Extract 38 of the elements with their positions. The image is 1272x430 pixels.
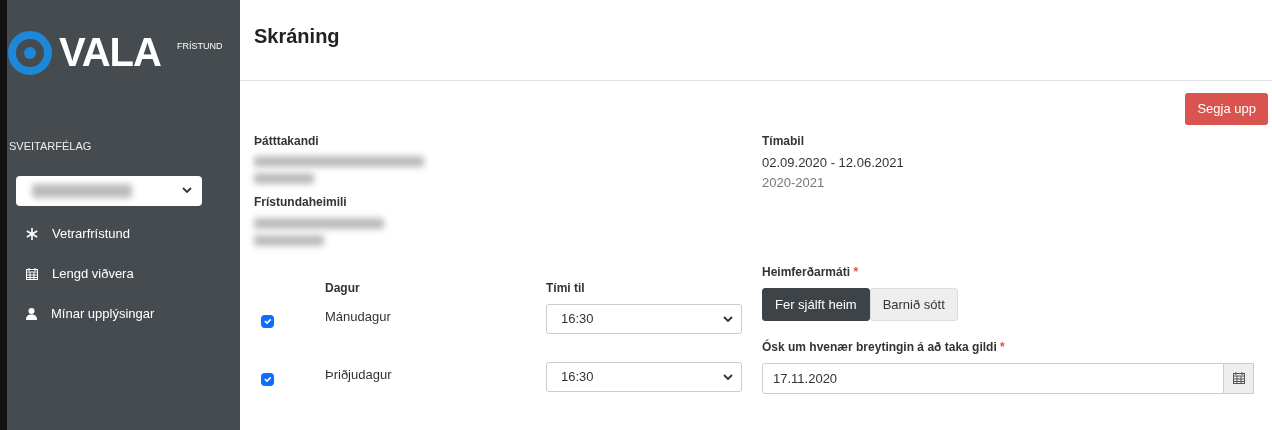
day-name: Þriðjudagur [325,366,392,384]
section-label: SVEITARFÉLAG [9,139,92,154]
field-label: Tímabil [762,132,804,150]
toggle-button[interactable]: Fer sjálft heim [762,287,870,321]
logo-tagline: FRÍSTUND [176,40,223,53]
column-header: Tími til [546,279,585,297]
date-input[interactable]: 17.11.2020 [762,362,1224,394]
logo-text: VALA [59,32,161,72]
user-icon [26,307,37,320]
calendar-icon [26,267,38,280]
day-checkbox[interactable] [261,373,274,386]
day-checkbox[interactable] [261,315,274,328]
time-select[interactable]: 16:30 [546,304,742,334]
period-dates: 02.09.2020 - 12.06.2021 [762,154,904,172]
calendar-button[interactable] [1224,362,1254,394]
time-select[interactable]: 16:30 [546,362,742,392]
field-label: Þátttakandi [254,132,319,150]
column-header: Dagur [325,279,360,297]
caret-icon [182,187,192,194]
toggle-button[interactable]: Barnið sótt [869,287,958,321]
blurred-text [254,234,324,246]
cancel-button[interactable]: Segja upp [1185,93,1268,125]
nav-link[interactable]: Mínar upplýsingar [7,293,240,334]
blurred-text [254,173,314,184]
field-label: Frístundaheimili [254,194,347,211]
field-label: Ósk um hvenær breytingin á að taka gildi * [762,338,1005,356]
day-name: Mánudagur [325,308,391,326]
field-label: Heimferðarmáti * [762,264,859,281]
caret-icon [723,315,733,323]
snowflake-icon [26,227,38,240]
municipality-select[interactable] [16,175,202,206]
nav-link[interactable]: Lengd viðvera [7,253,240,294]
page-title: Skráning [254,24,340,49]
caret-icon [723,373,733,381]
target-logo-icon [7,30,53,76]
season-text: 2020-2021 [762,173,825,192]
nav-link[interactable]: Vetrarfrístund [7,213,240,254]
calendar-icon [1232,372,1245,384]
